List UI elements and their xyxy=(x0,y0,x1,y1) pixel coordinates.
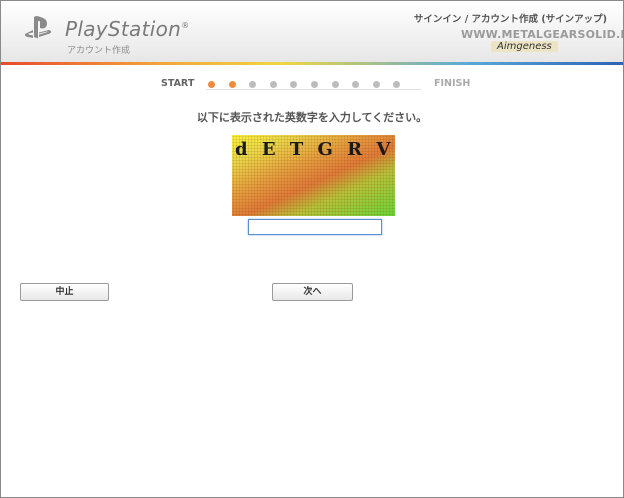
progress-step-dot xyxy=(290,81,297,88)
progress-step-dot xyxy=(373,81,380,88)
captcha-image: d E T G R V xyxy=(232,135,395,216)
signup-window: PlayStation® アカウント作成 サインイン / アカウント作成 (サイ… xyxy=(0,0,624,498)
progress-line xyxy=(206,89,421,90)
next-button[interactable]: 次へ xyxy=(272,283,353,301)
captcha-input[interactable] xyxy=(248,219,382,235)
progress-step-dot xyxy=(270,81,277,88)
cancel-button[interactable]: 中止 xyxy=(20,283,109,301)
progress-step-dot xyxy=(229,81,236,88)
progress-step-dot xyxy=(208,81,215,88)
captcha-instruction: 以下に表示された英数字を入力してください。 xyxy=(196,111,428,124)
progress-step-dot xyxy=(332,81,339,88)
progress-step-dot xyxy=(311,81,318,88)
progress-step-dot xyxy=(352,81,359,88)
progress-finish-label: FINISH xyxy=(434,78,471,89)
progress-step-dot xyxy=(393,81,400,88)
progress-start-label: START xyxy=(161,78,195,89)
progress-step-dot xyxy=(249,81,256,88)
progress-indicator: START FINISH xyxy=(1,1,623,101)
captcha-text: d E T G R V xyxy=(235,139,395,160)
